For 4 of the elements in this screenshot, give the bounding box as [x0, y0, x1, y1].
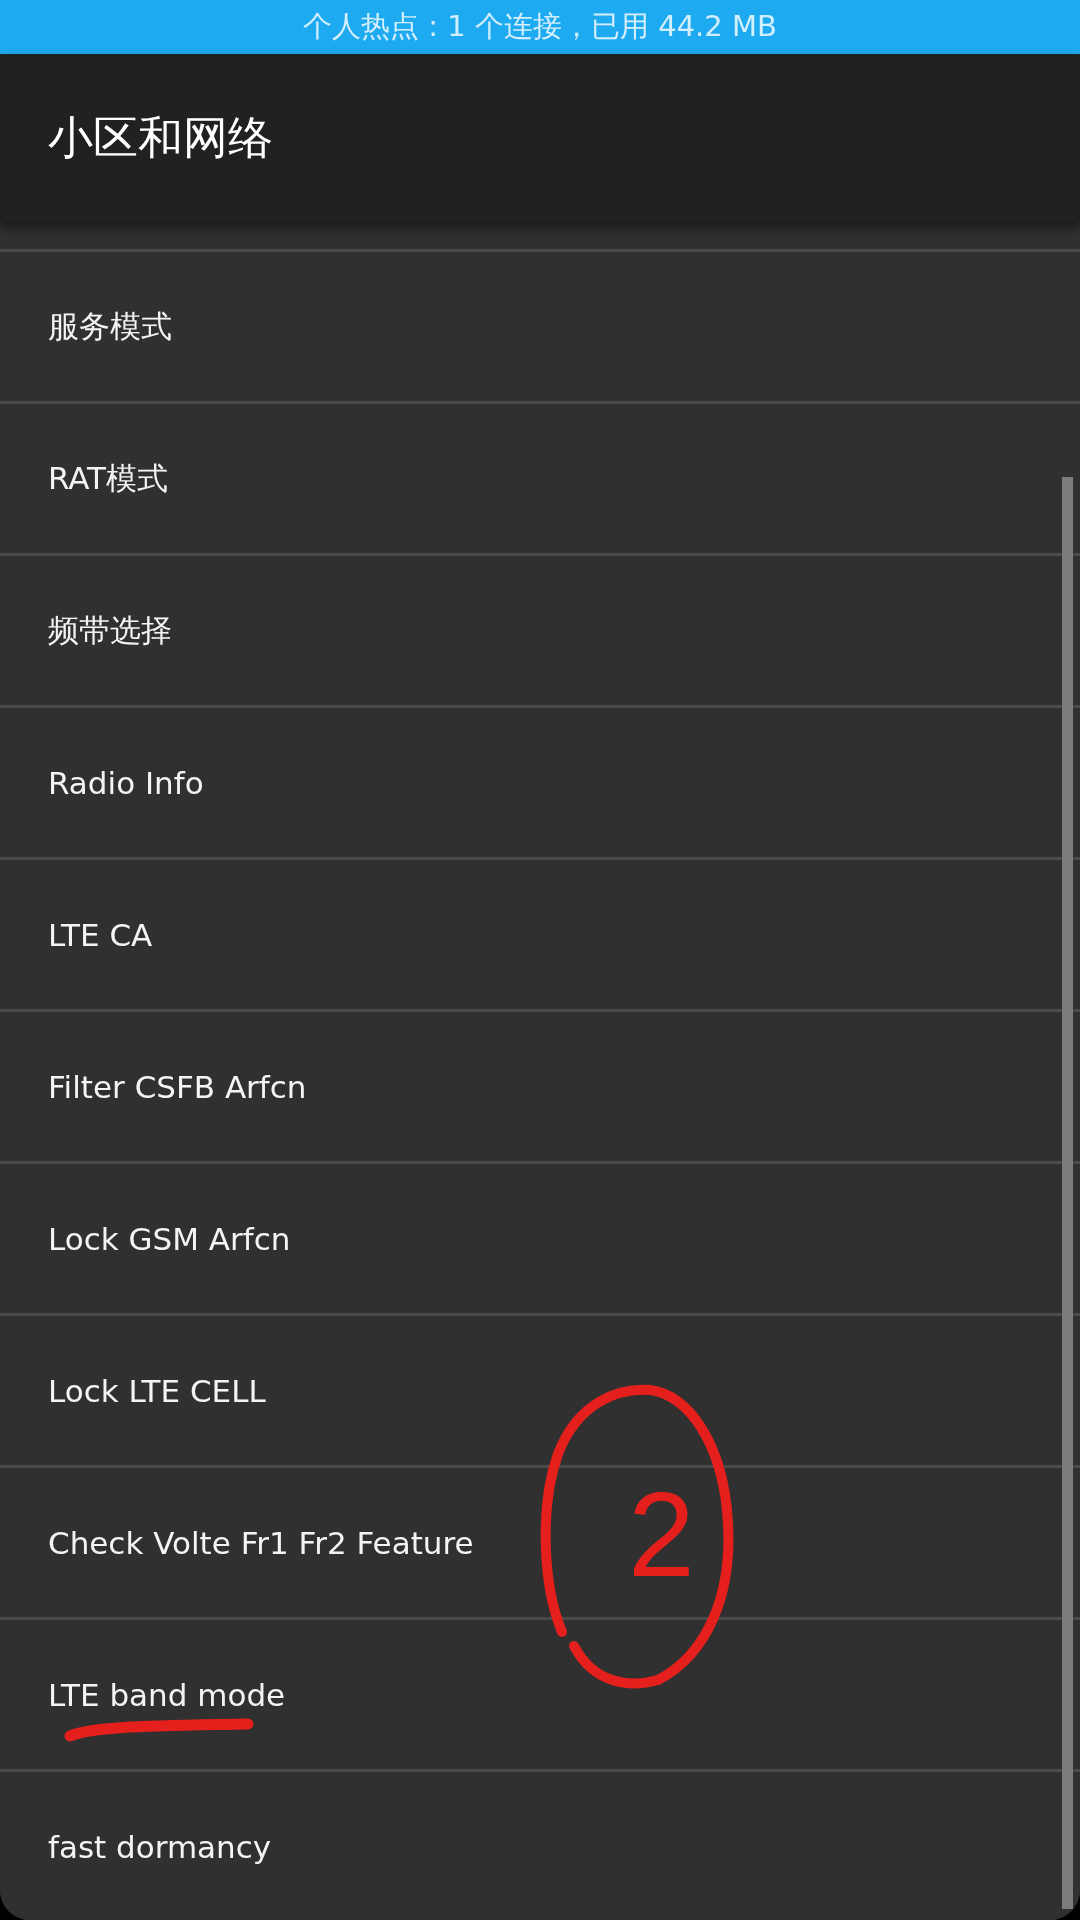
- screen-title: 小区和网络: [48, 110, 273, 166]
- menu-item[interactable]: 服务模式: [0, 249, 1080, 401]
- annotation-number: 2: [628, 1474, 695, 1594]
- status-text: 个人热点 : 1 个连接，已用 44.2 MB: [303, 8, 777, 45]
